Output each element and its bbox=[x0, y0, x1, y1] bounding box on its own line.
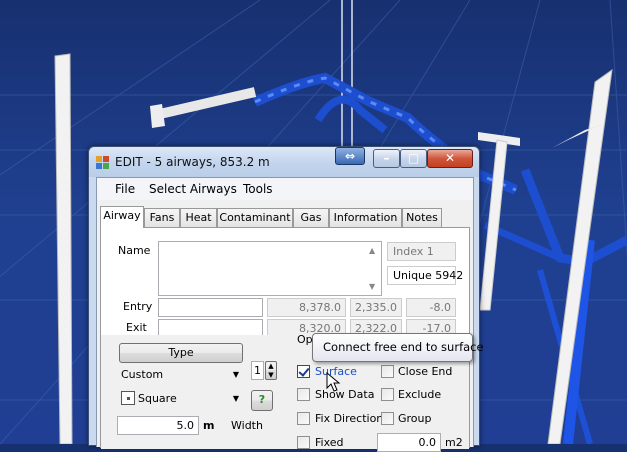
help-button[interactable]: ? bbox=[251, 390, 273, 411]
maximize-icon: □ bbox=[407, 151, 420, 165]
index-field: Index 1 bbox=[387, 242, 456, 261]
window-client: File Select Airways Tools Airway Fans He… bbox=[96, 177, 474, 452]
app-icon bbox=[96, 156, 109, 169]
tab-notes[interactable]: Notes bbox=[402, 208, 442, 227]
close-icon: ✕ bbox=[444, 151, 456, 165]
name-textarea[interactable]: ▲ ▼ bbox=[158, 241, 382, 296]
close-end-checkbox[interactable] bbox=[381, 365, 394, 378]
square-icon bbox=[121, 391, 135, 405]
menu-tools[interactable]: Tools bbox=[243, 182, 273, 196]
title-bar[interactable]: EDIT - 5 airways, 853.2 m ⇔ – □ ✕ bbox=[89, 147, 479, 177]
scroll-up-icon[interactable]: ▲ bbox=[369, 246, 375, 255]
tab-fans[interactable]: Fans bbox=[144, 208, 180, 227]
entry-x: 8,378.0 bbox=[267, 298, 346, 317]
exclude-checkbox[interactable] bbox=[381, 388, 394, 401]
fixed-checkbox[interactable] bbox=[297, 436, 310, 449]
menu-file[interactable]: File bbox=[115, 182, 135, 196]
spinner-buttons[interactable]: ▲ ▼ bbox=[265, 361, 277, 380]
minimize-button[interactable]: – bbox=[373, 149, 400, 168]
entry-input[interactable] bbox=[158, 298, 263, 317]
resize-toggle-button[interactable]: ⇔ bbox=[335, 147, 365, 165]
chevron-down-icon: ▼ bbox=[232, 370, 239, 379]
exit-label: Exit bbox=[126, 321, 147, 334]
exclude-label[interactable]: Exclude bbox=[398, 388, 441, 401]
show-data-label[interactable]: Show Data bbox=[315, 388, 374, 401]
close-end-label[interactable]: Close End bbox=[398, 365, 452, 378]
edit-window: EDIT - 5 airways, 853.2 m ⇔ – □ ✕ File S… bbox=[88, 146, 480, 452]
width-unit: m bbox=[203, 419, 215, 432]
tab-airway[interactable]: Airway bbox=[100, 206, 144, 228]
unique-field: Unique 5942 bbox=[387, 266, 463, 285]
fixed-label[interactable]: Fixed bbox=[315, 436, 344, 449]
area-unit: m2 bbox=[445, 436, 463, 449]
surface-tooltip: Connect free end to surface bbox=[312, 333, 484, 362]
resize-arrows-icon: ⇔ bbox=[344, 149, 356, 163]
width-label: Width bbox=[231, 419, 263, 432]
custom-dropdown[interactable]: Custom ▼ bbox=[117, 365, 243, 384]
tab-heat[interactable]: Heat bbox=[180, 208, 217, 227]
window-title: EDIT - 5 airways, 853.2 m bbox=[115, 155, 270, 169]
fix-direction-checkbox[interactable] bbox=[297, 412, 310, 425]
scroll-down-icon[interactable]: ▼ bbox=[369, 282, 375, 291]
entry-z: -8.0 bbox=[406, 298, 456, 317]
entry-label: Entry bbox=[123, 300, 153, 313]
name-label: Name bbox=[118, 244, 151, 257]
shape-value: Square bbox=[138, 392, 177, 405]
group-label[interactable]: Group bbox=[398, 412, 432, 425]
menu-bar: File Select Airways Tools bbox=[97, 178, 473, 200]
mouse-cursor-icon bbox=[326, 372, 341, 392]
custom-value: Custom bbox=[121, 368, 164, 381]
entry-y: 2,335.0 bbox=[350, 298, 402, 317]
minimize-icon: – bbox=[383, 151, 390, 165]
tab-gas[interactable]: Gas bbox=[293, 208, 329, 227]
chevron-down-icon: ▼ bbox=[232, 394, 239, 403]
tab-information[interactable]: Information bbox=[329, 208, 402, 227]
tab-contaminant[interactable]: Contaminant bbox=[217, 208, 293, 227]
close-button[interactable]: ✕ bbox=[427, 149, 473, 168]
maximize-button[interactable]: □ bbox=[400, 149, 427, 168]
spinner-value[interactable]: 1 bbox=[251, 361, 264, 380]
show-data-checkbox[interactable] bbox=[297, 388, 310, 401]
type-button[interactable]: Type bbox=[119, 343, 243, 363]
area-input[interactable]: 0.0 bbox=[377, 433, 441, 452]
menu-select-airways[interactable]: Select Airways bbox=[149, 182, 237, 196]
surface-checkbox[interactable] bbox=[297, 365, 310, 378]
group-checkbox[interactable] bbox=[381, 412, 394, 425]
width-input[interactable]: 5.0 bbox=[117, 416, 199, 435]
fix-direction-label[interactable]: Fix Direction bbox=[315, 412, 383, 425]
shape-dropdown[interactable]: Square ▼ bbox=[117, 389, 243, 409]
